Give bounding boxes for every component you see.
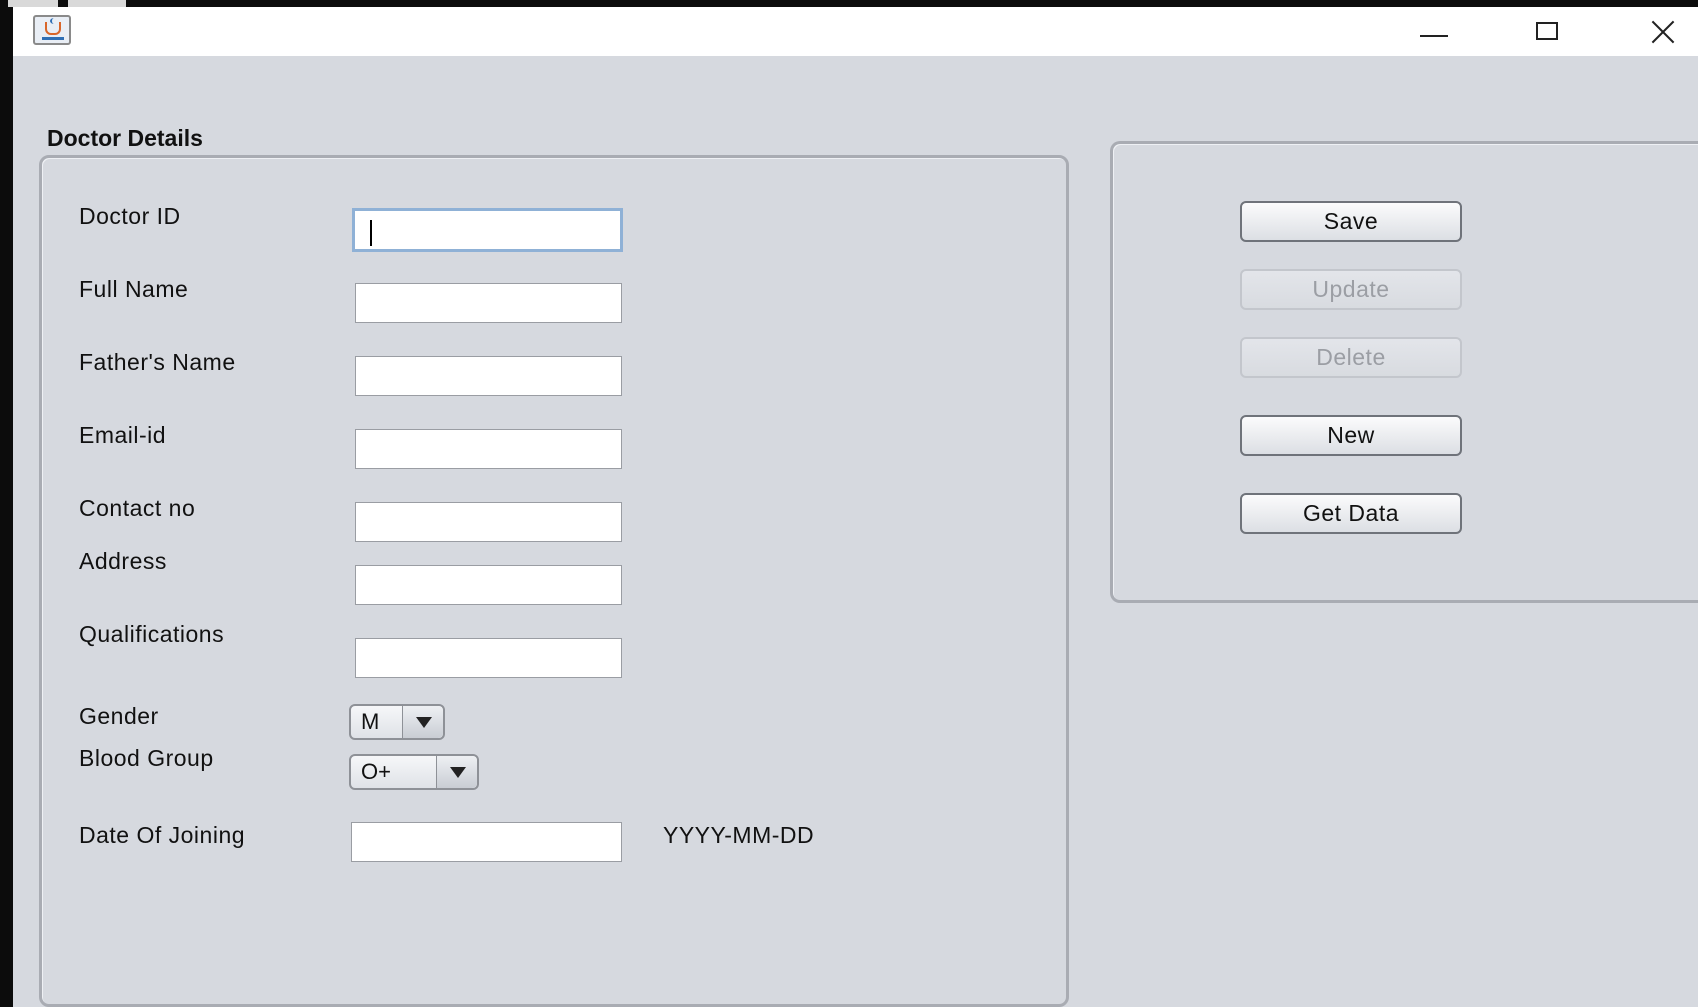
doctor-id-field[interactable] (352, 208, 623, 252)
doctor-details-window: Doctor Details Doctor ID Full Name Fathe… (13, 7, 1698, 1007)
email-id-label: Email-id (79, 422, 167, 448)
close-icon[interactable] (1633, 11, 1693, 51)
chevron-down-icon[interactable] (436, 756, 477, 788)
fathers-name-label: Father's Name (79, 349, 236, 375)
background-tab (8, 0, 58, 7)
full-name-field[interactable] (355, 283, 622, 323)
gender-select[interactable]: M (349, 704, 445, 740)
blood-group-selected-value: O+ (361, 759, 391, 784)
title-bar[interactable] (13, 7, 1698, 56)
contact-no-label: Contact no (79, 495, 196, 521)
blood-group-label: Blood Group (79, 745, 214, 771)
save-button[interactable]: Save (1240, 201, 1462, 242)
qualifications-label: Qualifications (79, 621, 225, 647)
email-id-field[interactable] (355, 429, 622, 469)
desktop-top-strip (0, 0, 1698, 7)
text-caret (370, 220, 372, 246)
address-label: Address (79, 548, 167, 574)
date-of-joining-field[interactable] (351, 822, 622, 862)
gender-label: Gender (79, 703, 159, 729)
fathers-name-field[interactable] (355, 356, 622, 396)
gender-selected-value: M (361, 709, 380, 734)
blood-group-select[interactable]: O+ (349, 754, 479, 790)
address-field[interactable] (355, 565, 622, 605)
maximize-icon[interactable] (1518, 11, 1578, 51)
doctor-id-label: Doctor ID (79, 203, 181, 229)
new-button[interactable]: New (1240, 415, 1462, 456)
get-data-button[interactable]: Get Data (1240, 493, 1462, 534)
java-coffee-cup-icon[interactable] (33, 15, 71, 45)
qualifications-field[interactable] (355, 638, 622, 678)
chevron-down-icon[interactable] (402, 706, 443, 738)
date-of-joining-label: Date Of Joining (79, 822, 246, 848)
delete-button[interactable]: Delete (1240, 337, 1462, 378)
contact-no-field[interactable] (355, 502, 622, 542)
background-tab (68, 0, 126, 7)
minimize-icon[interactable] (1403, 11, 1463, 51)
section-title: Doctor Details (47, 125, 203, 151)
date-format-hint: YYYY-MM-DD (663, 822, 815, 848)
full-name-label: Full Name (79, 276, 189, 302)
update-button[interactable]: Update (1240, 269, 1462, 310)
